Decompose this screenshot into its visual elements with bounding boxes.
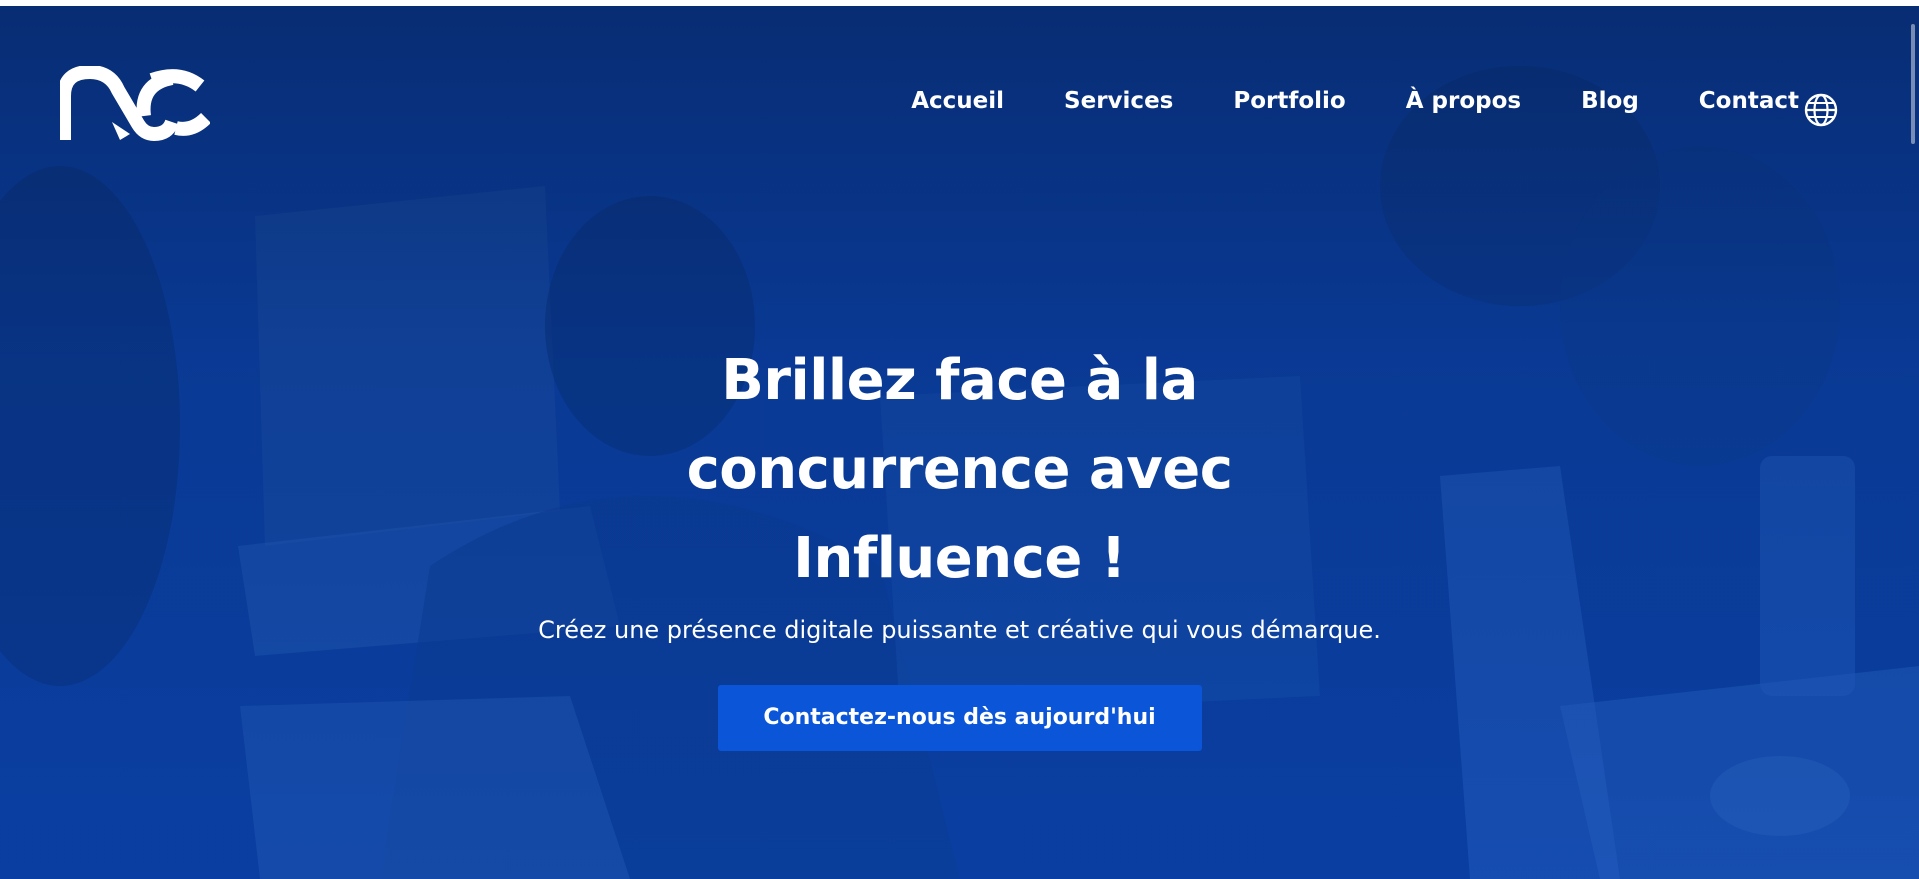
- scrollbar-thumb[interactable]: [1911, 24, 1915, 144]
- page-scrollbar[interactable]: [1905, 12, 1919, 879]
- nav-item-blog[interactable]: Blog: [1581, 86, 1639, 116]
- nav-item-portfolio[interactable]: Portfolio: [1233, 86, 1345, 116]
- nc-logo[interactable]: [60, 66, 210, 146]
- nav-item-a-propos[interactable]: À propos: [1406, 86, 1521, 116]
- hero-content: Brillez face à la concurrence avec Influ…: [0, 336, 1919, 751]
- hero-title-line-2: concurrence avec: [686, 437, 1233, 502]
- nav-item-accueil[interactable]: Accueil: [911, 86, 1004, 116]
- hero-subtitle: Créez une présence digitale puissante et…: [538, 616, 1381, 644]
- hero-title-line-3: Influence !: [793, 526, 1126, 591]
- nav-item-contact[interactable]: Contact: [1699, 86, 1799, 116]
- main-nav: Accueil Services Portfolio À propos Blog…: [851, 86, 1799, 116]
- nav-item-services[interactable]: Services: [1064, 86, 1173, 116]
- page: Accueil Services Portfolio À propos Blog…: [0, 0, 1919, 879]
- hero-title: Brillez face à la concurrence avec Influ…: [640, 336, 1280, 603]
- hero-section: Accueil Services Portfolio À propos Blog…: [0, 6, 1919, 879]
- globe-icon[interactable]: [1803, 92, 1839, 128]
- hero-title-line-1: Brillez face à la: [721, 348, 1198, 413]
- contact-cta-button[interactable]: Contactez-nous dès aujourd'hui: [717, 685, 1202, 751]
